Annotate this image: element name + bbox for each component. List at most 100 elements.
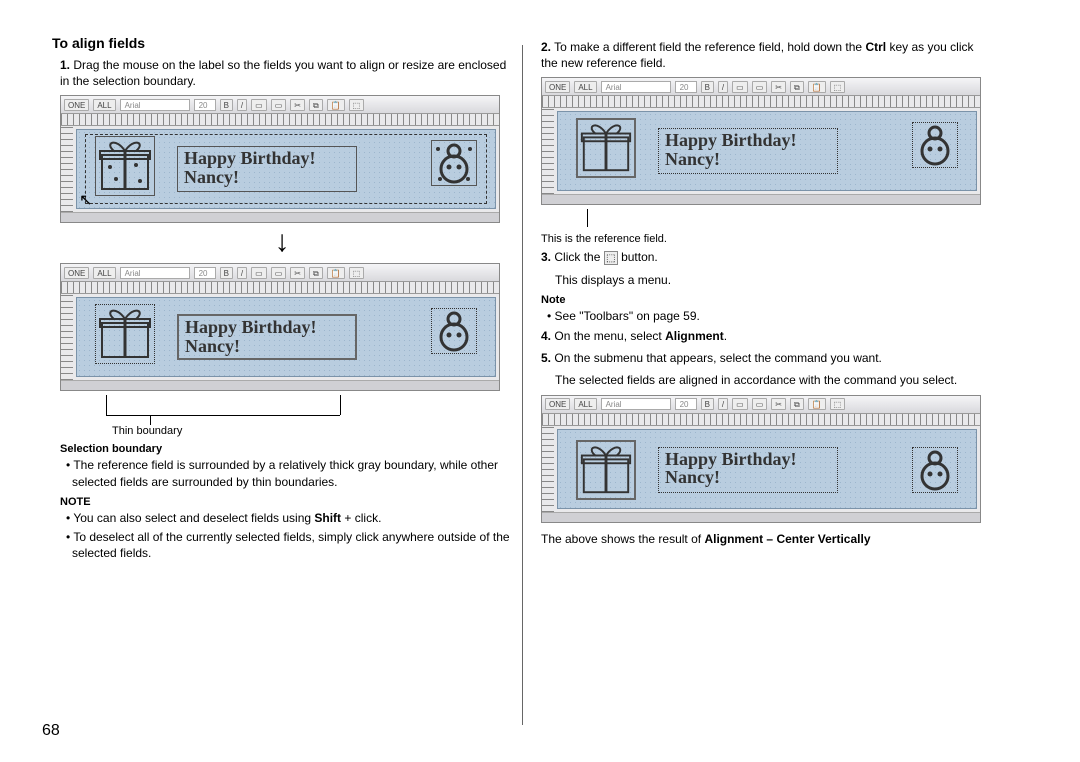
toolbar-size-field: 20 <box>675 81 697 93</box>
note-bullet-1: You can also select and deselect fields … <box>66 510 512 526</box>
toolbar-icon: ▭ <box>251 99 267 111</box>
step-1-num: 1. <box>60 58 70 72</box>
toolbar-all-button: ALL <box>93 267 115 279</box>
note-b1-pre: You can also select and deselect fields … <box>73 511 314 525</box>
italic-icon: / <box>718 81 728 93</box>
face-icon <box>913 448 957 492</box>
step-3-line2: This displays a menu. <box>555 272 993 288</box>
editor-screenshot-4: ONE ALL Arial 20 B / ▭ ▭ ✂ ⧉ 📋 ⬚ <box>541 395 981 523</box>
result-caption: The above shows the result of Alignment … <box>541 531 993 547</box>
step-2-num: 2. <box>541 40 551 54</box>
note-heading-right: Note <box>541 294 993 306</box>
happy-birthday-text-line1: Happy Birthday! <box>185 318 349 337</box>
cursor-icon: ↖ <box>79 190 92 210</box>
align-menu-button-icon: ⬚ <box>604 251 618 265</box>
gift-field-reference <box>576 118 636 178</box>
happy-birthday-text-line2: Nancy! <box>665 150 831 169</box>
step-1: 1. Drag the mouse on the label so the fi… <box>60 57 512 89</box>
note-b1-post: + click. <box>341 511 381 525</box>
page-number: 68 <box>42 722 60 740</box>
toolbar-one-button: ONE <box>545 398 570 410</box>
step-3-post: button. <box>621 250 658 264</box>
horizontal-scrollbar <box>542 194 980 204</box>
vertical-ruler <box>61 294 73 380</box>
note-bullet-2: To deselect all of the currently selecte… <box>66 529 512 561</box>
label-canvas: Happy Birthday! Nancy! <box>557 429 977 509</box>
horizontal-ruler <box>61 282 499 294</box>
toolbar-icon: ▭ <box>752 398 768 410</box>
editor-screenshot-3: ONE ALL Arial 20 B / ▭ ▭ ✂ ⧉ 📋 ⬚ <box>541 77 981 205</box>
copy-icon: ⧉ <box>309 99 323 111</box>
align-icon: ⬚ <box>830 398 846 410</box>
step-5-num: 5. <box>541 351 551 365</box>
step-2-pre: To make a different field the reference … <box>554 40 865 54</box>
arrow-down-icon: ↓ <box>52 227 512 257</box>
toolbar-icon: ▭ <box>251 267 267 279</box>
face-field-selected <box>912 447 958 493</box>
bold-icon: B <box>701 398 714 410</box>
toolbar-icon: ▭ <box>732 81 748 93</box>
italic-icon: / <box>237 267 247 279</box>
label-canvas: Happy Birthday! Nancy! <box>76 297 496 377</box>
toolbar-all-button: ALL <box>574 398 596 410</box>
gift-icon <box>96 305 154 363</box>
gift-icon <box>578 442 634 498</box>
happy-birthday-text-line1: Happy Birthday! <box>665 450 831 469</box>
selection-boundary <box>85 134 487 204</box>
callout-lines <box>60 395 512 421</box>
bold-icon: B <box>220 267 233 279</box>
paste-icon: 📋 <box>808 398 826 410</box>
vertical-ruler <box>542 108 554 194</box>
face-icon <box>913 123 957 167</box>
text-field-selected: Happy Birthday! Nancy! <box>658 128 838 174</box>
face-field-selected <box>912 122 958 168</box>
label-canvas: Happy Birthday! Nancy! ↖ <box>76 129 496 209</box>
step-1-text: Drag the mouse on the label so the field… <box>60 58 506 88</box>
selection-boundary-heading: Selection boundary <box>60 443 512 455</box>
step-2: 2. To make a different field the referen… <box>541 39 993 71</box>
copy-icon: ⧉ <box>790 81 804 93</box>
toolbar-font-field: Arial <box>120 99 190 111</box>
gift-icon <box>578 120 634 176</box>
note-b1-bold: Shift <box>314 511 341 525</box>
step-4-num: 4. <box>541 329 551 343</box>
toolbar-icon: ▭ <box>732 398 748 410</box>
left-column: To align fields 1. Drag the mouse on the… <box>42 35 522 725</box>
toolbar-font-field: Arial <box>601 81 671 93</box>
thin-boundary-caption: Thin boundary <box>112 425 512 437</box>
step-4-post: . <box>724 329 727 343</box>
cut-icon: ✂ <box>771 81 786 93</box>
editor-toolbar: ONE ALL Arial 20 B / ▭ ▭ ✂ ⧉ 📋 ⬚ <box>61 264 499 282</box>
face-field-selected <box>431 308 477 354</box>
toolbar-size-field: 20 <box>194 267 216 279</box>
editor-screenshot-1: ONE ALL Arial 20 B / ▭ ▭ ✂ ⧉ 📋 ⬚ <box>60 95 500 223</box>
note-heading-left: NOTE <box>60 496 512 508</box>
step-3: 3. Click the ⬚ button. <box>541 249 993 265</box>
align-icon: ⬚ <box>349 267 365 279</box>
horizontal-ruler <box>542 414 980 426</box>
toolbar-all-button: ALL <box>574 81 596 93</box>
paste-icon: 📋 <box>327 99 345 111</box>
align-icon: ⬚ <box>349 99 365 111</box>
toolbar-one-button: ONE <box>545 81 570 93</box>
bold-icon: B <box>220 99 233 111</box>
text-field-reference: Happy Birthday! Nancy! <box>177 314 357 360</box>
copy-icon: ⧉ <box>309 267 323 279</box>
horizontal-scrollbar <box>61 212 499 222</box>
text-field-selected: Happy Birthday! Nancy! <box>658 447 838 493</box>
step-4-bold: Alignment <box>665 329 724 343</box>
toolbar-icon: ▭ <box>271 267 287 279</box>
editor-toolbar: ONE ALL Arial 20 B / ▭ ▭ ✂ ⧉ 📋 ⬚ <box>542 396 980 414</box>
step-4: 4. On the menu, select Alignment. <box>541 328 993 344</box>
align-icon: ⬚ <box>830 81 846 93</box>
step-5: 5. On the submenu that appears, select t… <box>541 350 993 366</box>
editor-toolbar: ONE ALL Arial 20 B / ▭ ▭ ✂ ⧉ 📋 ⬚ <box>542 78 980 96</box>
toolbar-all-button: ALL <box>93 99 115 111</box>
step-3-num: 3. <box>541 250 551 264</box>
toolbar-size-field: 20 <box>194 99 216 111</box>
paste-icon: 📋 <box>808 81 826 93</box>
vertical-ruler <box>61 126 73 212</box>
note-right-bullet: See "Toolbars" on page 59. <box>547 308 993 324</box>
italic-icon: / <box>237 99 247 111</box>
happy-birthday-text-line2: Nancy! <box>185 337 349 356</box>
